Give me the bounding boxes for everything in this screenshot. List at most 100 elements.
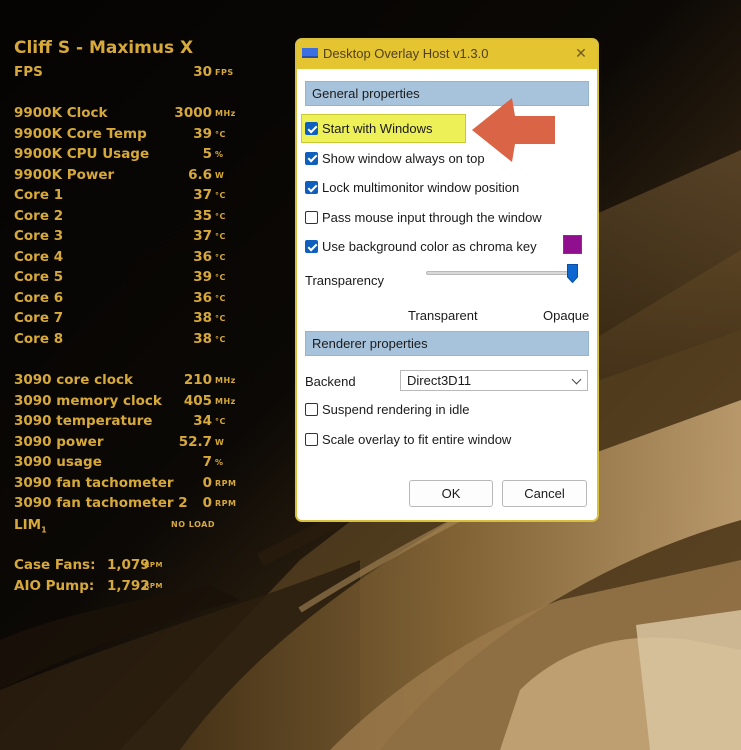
osd-label: 9900K Core Temp <box>14 125 147 142</box>
osd-row: Core 6 36 °C <box>14 288 244 308</box>
osd-row: Core 5 39 °C <box>14 267 244 287</box>
osd-label: Core 6 <box>14 289 64 306</box>
backend-label: Backend <box>305 374 356 389</box>
osd-unit: MHz <box>215 396 236 406</box>
osd-unit: RPM <box>144 561 163 569</box>
osd-label: 3090 core clock <box>14 372 133 388</box>
osd-unit: °C <box>215 417 226 426</box>
checkbox-label: Suspend rendering in idle <box>322 402 470 417</box>
osd-unit: °C <box>215 314 226 323</box>
osd-row: 9900K Core Temp 39 °C <box>14 124 244 144</box>
backend-selected-value: Direct3D11 <box>407 373 472 388</box>
osd-value: NO LOAD <box>171 520 216 529</box>
checkbox-box[interactable] <box>305 151 318 165</box>
osd-value: 36 <box>193 248 212 265</box>
backend-select[interactable]: Direct3D11 <box>400 370 588 391</box>
close-button[interactable]: ✕ <box>571 44 591 64</box>
osd-row: 3090 usage 7% <box>14 452 244 472</box>
osd-label: Core 2 <box>14 207 64 224</box>
osd-row: Core 8 38 °C <box>14 329 244 349</box>
transparency-label: Transparency <box>305 273 384 288</box>
checkbox-label: Lock multimonitor window position <box>322 180 520 195</box>
osd-value: 3000 <box>174 105 212 121</box>
pass-mouse-input-checkbox[interactable]: Pass mouse input through the window <box>305 209 542 227</box>
osd-row: 3090 temperature 34 °C <box>14 411 244 431</box>
osd-value: 0 <box>202 474 212 491</box>
osd-unit: °C <box>215 334 226 344</box>
osd-value: 38 <box>193 310 212 326</box>
scale-overlay-checkbox[interactable]: Scale overlay to fit entire window <box>305 431 511 449</box>
osd-unit: °C <box>215 293 226 303</box>
osd-value: 405 <box>183 392 212 409</box>
osd-label: Core 7 <box>14 310 64 326</box>
osd-row: Case Fans: 1,079 RPM <box>14 555 244 575</box>
osd-label: Case Fans: <box>14 557 96 573</box>
osd-label: 9900K CPU Usage <box>14 146 150 162</box>
osd-label: LIM1 <box>14 517 47 535</box>
osd-label: Core 3 <box>14 228 64 244</box>
osd-unit: °C <box>215 273 226 282</box>
osd-value: 0 <box>202 495 212 511</box>
osd-row: Core 1 37 °C <box>14 185 244 205</box>
osd-unit: W <box>215 170 225 180</box>
always-on-top-checkbox[interactable]: Show window always on top <box>305 150 485 168</box>
osd-unit: % <box>215 150 224 159</box>
osd-value: 37 <box>193 187 212 203</box>
osd-row-lim: LIM1 NO LOAD <box>14 515 244 535</box>
checkbox-box[interactable] <box>305 181 318 194</box>
checkbox-box[interactable] <box>305 240 318 253</box>
osd-label: 3090 fan tachometer <box>14 474 174 491</box>
lock-multimonitor-checkbox[interactable]: Lock multimonitor window position <box>305 179 519 197</box>
checkbox-box[interactable] <box>305 210 318 224</box>
checkbox-box[interactable] <box>305 403 318 416</box>
transparency-slider-track[interactable] <box>426 271 578 275</box>
monitor-icon <box>302 48 318 58</box>
suspend-rendering-checkbox[interactable]: Suspend rendering in idle <box>305 401 469 419</box>
osd-value: 36 <box>193 289 212 306</box>
osd-row: 9900K Power 6.6 W <box>14 165 244 185</box>
osd-label: 9900K Clock <box>14 105 108 121</box>
cancel-button[interactable]: Cancel <box>502 480 587 507</box>
osd-value: 6.6 <box>188 166 212 183</box>
osd-label: 3090 memory clock <box>14 392 162 409</box>
osd-unit: °C <box>215 191 226 200</box>
osd-label: Core 5 <box>14 269 64 285</box>
start-with-windows-checkbox[interactable]: Start with Windows <box>301 114 466 143</box>
title-bar[interactable]: Desktop Overlay Host v1.3.0 ✕ <box>297 40 597 69</box>
osd-row: 3090 fan tachometer 0 RPM <box>14 473 244 493</box>
transparent-label: Transparent <box>408 308 478 323</box>
osd-row: 9900K CPU Usage 5% <box>14 144 244 164</box>
checkbox-box[interactable] <box>305 432 318 446</box>
transparency-slider-thumb[interactable] <box>567 264 578 283</box>
osd-value: 35 <box>193 207 212 224</box>
osd-value: 39 <box>193 269 212 285</box>
osd-row: 3090 core clock 210 MHz <box>14 370 244 390</box>
osd-value: 39 <box>193 125 212 142</box>
osd-label: Core 1 <box>14 187 64 203</box>
osd-unit: W <box>215 437 225 447</box>
osd-label: 3090 fan tachometer 2 <box>14 495 188 511</box>
checkbox-label: Pass mouse input through the window <box>322 209 542 225</box>
chevron-down-icon <box>571 374 582 385</box>
section-header-renderer: Renderer properties <box>305 331 589 356</box>
checkbox-label: Start with Windows <box>322 121 433 136</box>
osd-row: 3090 power 52.7 W <box>14 432 244 452</box>
osd-row-fps: FPS 30 FPS <box>14 62 244 82</box>
osd-unit: °C <box>215 232 226 241</box>
checkbox-label: Show window always on top <box>322 150 485 166</box>
osd-row: Core 7 38 °C <box>14 308 244 328</box>
osd-row: Core 2 35 °C <box>14 206 244 226</box>
chroma-color-swatch[interactable] <box>563 235 582 254</box>
osd-value: 52.7 <box>178 433 212 450</box>
osd-row: Core 4 36 °C <box>14 247 244 267</box>
ok-button[interactable]: OK <box>409 480 493 507</box>
osd-unit: RPM <box>144 581 163 590</box>
osd-row: 9900K Clock 3000 MHz <box>14 103 244 123</box>
osd-label: AIO Pump: <box>14 577 95 594</box>
osd-unit: % <box>215 458 224 467</box>
chroma-key-checkbox[interactable]: Use background color as chroma key <box>305 238 537 256</box>
osd-unit: °C <box>215 252 226 262</box>
checkbox-box[interactable] <box>305 122 318 135</box>
window-title: Desktop Overlay Host v1.3.0 <box>323 46 489 61</box>
osd-label: 3090 usage <box>14 454 102 470</box>
